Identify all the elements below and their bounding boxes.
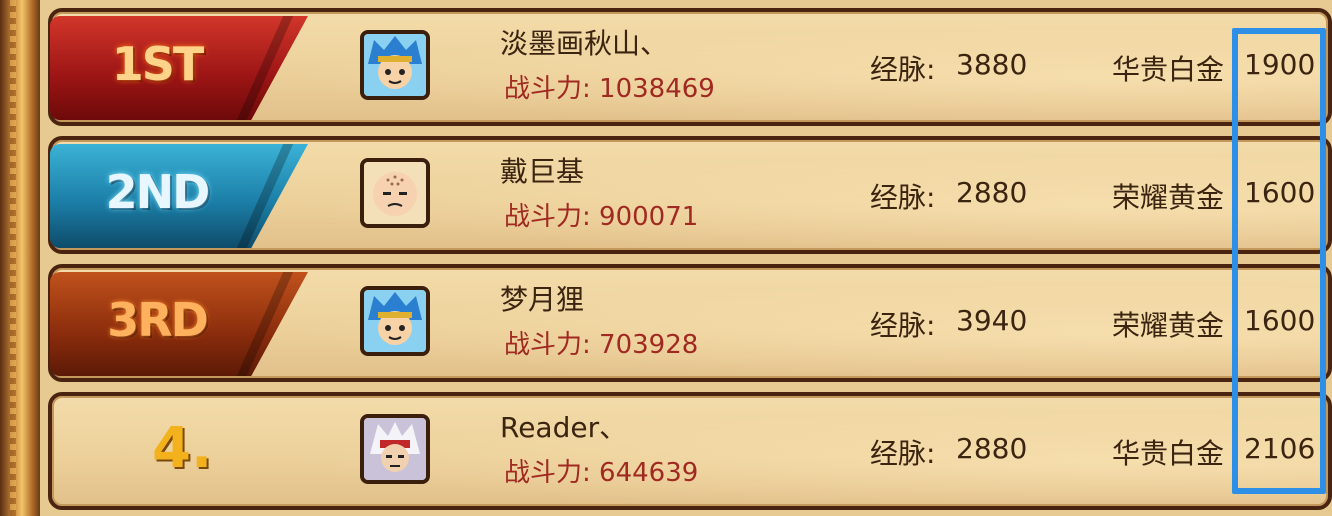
player-name: 戴巨基 [500, 155, 585, 188]
tier-label: 华贵白金 [1112, 437, 1225, 470]
meridian-value: 2880 [956, 432, 1028, 465]
blue-hair-hero-avatar-icon[interactable] [360, 30, 430, 100]
tier-label: 荣耀黄金 [1112, 181, 1225, 214]
player-name: 淡墨画秋山、 [500, 27, 669, 60]
score-column-highlight [1232, 28, 1326, 494]
player-name: 梦月狸 [500, 283, 585, 316]
meridian-value: 2880 [956, 176, 1028, 209]
combat-power: 战斗力: 1038469 [504, 74, 715, 104]
rank-label: 2ND [105, 165, 211, 219]
rank-label: 1ST [111, 37, 205, 91]
ornate-side-frame [0, 0, 40, 516]
combat-power: 战斗力: 644639 [504, 458, 699, 488]
meridian-value: 3940 [956, 304, 1028, 337]
meridian-label: 经脉: [870, 437, 936, 470]
tier-label: 荣耀黄金 [1112, 309, 1225, 342]
combat-power: 战斗力: 703928 [504, 330, 699, 360]
combat-power: 战斗力: 900071 [504, 202, 699, 232]
blue-hair-hero-avatar-icon[interactable] [360, 286, 430, 356]
rank-label: 4. [152, 416, 213, 481]
rank-label: 3RD [107, 293, 209, 347]
meridian-value: 3880 [956, 48, 1028, 81]
ranking-row-3[interactable]: 3RD 梦月狸 战斗力: 703928 经脉: 3940 荣耀黄金 1600 [48, 264, 1332, 382]
meridian-label: 经脉: [870, 53, 936, 86]
ranking-row-2[interactable]: 2ND 戴巨基 战斗力: 900071 经脉: 2880 荣耀黄金 1600 [48, 136, 1332, 254]
bald-monk-avatar-icon[interactable] [360, 158, 430, 228]
meridian-label: 经脉: [870, 309, 936, 342]
ranking-panel: 1ST 淡墨画秋山、 战斗力: 1038469 经脉: 3880 华贵白金 19… [40, 0, 1332, 516]
ranking-row-1[interactable]: 1ST 淡墨画秋山、 战斗力: 1038469 经脉: 3880 华贵白金 19… [48, 8, 1332, 126]
tier-label: 华贵白金 [1112, 53, 1225, 86]
white-hair-warrior-avatar-icon[interactable] [360, 414, 430, 484]
player-name: Reader、 [500, 411, 628, 444]
meridian-label: 经脉: [870, 181, 936, 214]
ranking-row-4[interactable]: 4. Reader、 战斗力: 644639 经脉: 2880 华贵白金 210… [48, 392, 1332, 510]
